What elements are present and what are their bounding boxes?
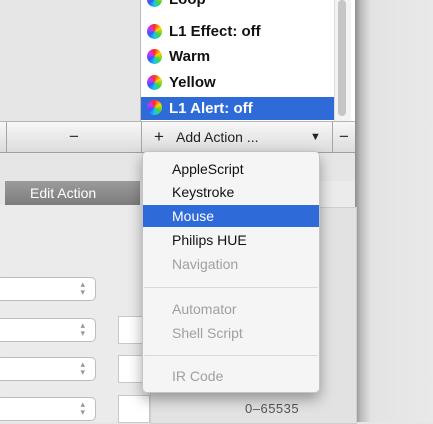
list-item-label: Warm [169,48,211,65]
add-action-label: Add Action ... [176,129,259,145]
menu-item-shell-script: Shell Script [143,322,319,344]
list-item[interactable]: Loop [141,0,339,10]
window-background [355,0,433,422]
menu-item-label: Keystroke [172,184,235,200]
popup-field[interactable]: ▴ ▾ [0,318,96,342]
stepper-arrows-icon: ▴ ▾ [80,399,85,417]
list-item-label: L1 Effect: off [169,23,261,40]
color-wheel-icon [147,75,162,90]
menu-item-ir-code: IR Code [143,365,319,387]
chevron-down-icon: ▼ [310,131,321,143]
tab-divider [0,181,5,205]
menu-item-label: Shell Script [172,325,243,341]
remove-action-button[interactable]: − [333,122,355,152]
tab-edit-action[interactable]: Edit Action [0,181,140,205]
text-field[interactable] [118,395,150,423]
popup-field[interactable]: ▴ ▾ [0,357,96,381]
menu-separator [144,355,318,356]
menu-separator [144,287,318,288]
menu-item-mouse[interactable]: Mouse [143,205,319,227]
list-item-label: Yellow [169,74,216,91]
menu-item-label: IR Code [172,368,224,384]
menu-item-keystroke[interactable]: Keystroke [143,181,319,203]
list-item[interactable]: Yellow [141,72,339,93]
list-item[interactable]: Warm [141,46,339,67]
menu-item-automator: Automator [143,298,319,320]
menu-item-label: Philips HUE [172,232,247,248]
color-wheel-icon [147,49,162,64]
stepper-arrows-icon: ▴ ▾ [80,359,85,377]
color-wheel-icon [147,0,162,7]
color-wheel-icon [147,100,162,115]
tab-label: Edit Action [30,185,97,201]
list-item[interactable]: L1 Effect: off [141,21,339,42]
popup-field[interactable]: ▴ ▾ [0,397,96,421]
color-wheel-icon [147,24,162,39]
list-item-selected[interactable]: L1 Alert: off [141,97,339,120]
menu-item-applescript[interactable]: AppleScript [143,158,319,180]
list-toolbar: − + Add Action ... ▼ − [0,121,355,153]
range-label: 0–65535 [245,401,300,416]
stepper-arrows-icon: ▴ ▾ [80,279,85,297]
actions-list[interactable]: Loop L1 Effect: off Warm Yellow L1 Alert… [140,0,355,121]
list-item-label: Loop [169,0,206,10]
menu-item-label: AppleScript [172,161,244,177]
toolbar-segment [0,122,7,152]
menu-item-navigation: Navigation [143,253,319,275]
menu-item-label: Navigation [172,256,239,272]
list-item-label: L1 Alert: off [169,100,253,117]
stepper-arrows-icon: ▴ ▾ [80,320,85,338]
menu-item-label: Automator [172,301,237,317]
list-scrollbar-thumb[interactable] [338,0,346,116]
popup-field[interactable]: ▴ ▾ [0,277,96,301]
plus-icon: + [154,127,164,146]
menu-item-label: Mouse [172,208,215,224]
remove-button[interactable]: − [7,122,142,152]
add-action-popup[interactable]: + Add Action ... ▼ [142,122,333,152]
add-action-menu: AppleScript Keystroke Mouse Philips HUE … [142,151,320,393]
menu-item-philips-hue[interactable]: Philips HUE [143,229,319,251]
